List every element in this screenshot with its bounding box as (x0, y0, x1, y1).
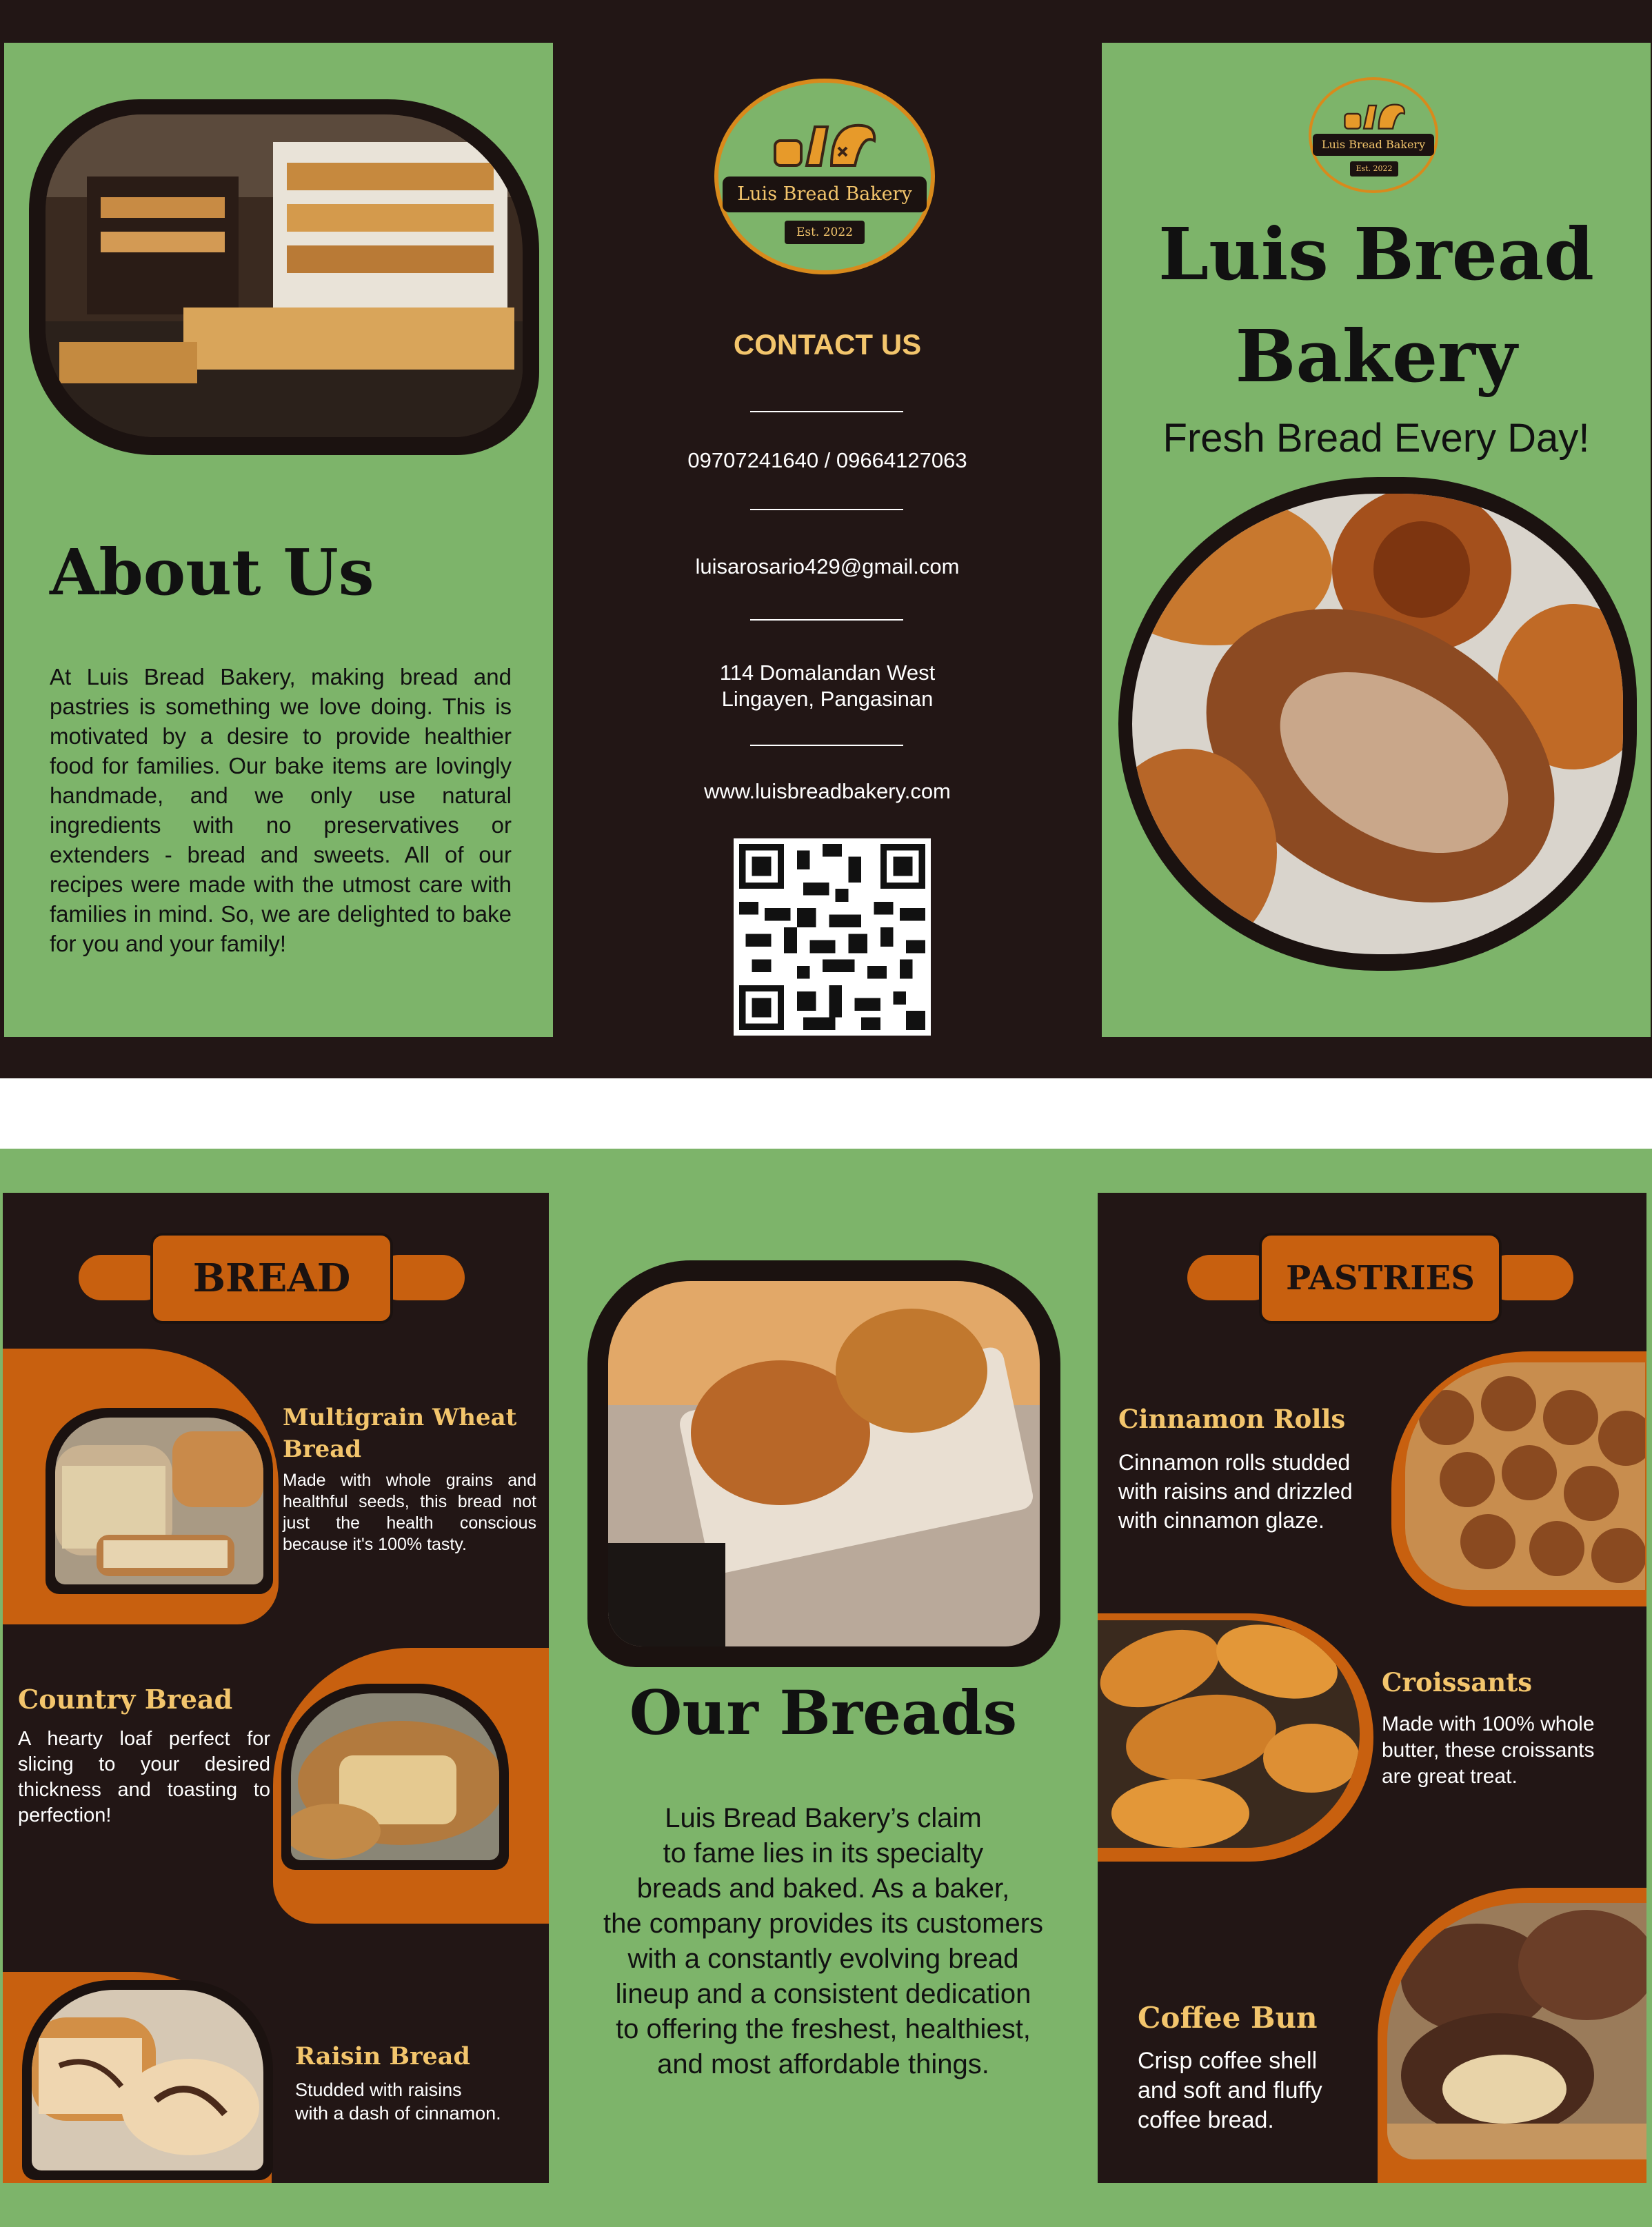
contact-phone: 09707241640 / 09664127063 (687, 448, 967, 472)
bakery-interior-photo-frame (29, 99, 539, 455)
raisin-bread-name: Raisin Bread (295, 2042, 470, 2070)
multigrain-bread-photo (55, 1418, 263, 1584)
multigrain-name-line2: Bread (283, 1435, 362, 1463)
contact-address-line1: 114 Domalandan West (719, 661, 936, 685)
our-breads-line: and most affordable things. (657, 2049, 989, 2079)
cover-panel: Luis Bread Bakery Est. 2022 Luis Bread B… (1102, 43, 1651, 1037)
bread-oven-photo (608, 1281, 1040, 1646)
assorted-bread-photo (1132, 494, 1623, 954)
logo-est-band: Est. 2022 (1350, 161, 1398, 177)
cover-logo: Luis Bread Bakery Est. 2022 (1309, 77, 1438, 193)
pastries-banner-label: PASTRIES (1286, 1259, 1475, 1298)
coffee-bun-desc-line: Crisp coffee shell (1138, 2048, 1318, 2074)
divider (750, 745, 903, 746)
rolling-pin-body: BREAD (150, 1233, 393, 1324)
logo-est: Est. 2022 (1356, 164, 1393, 173)
cinnamon-rolls-name: Cinnamon Rolls (1118, 1404, 1346, 1434)
our-breads-line: lineup and a consistent dedication (615, 1979, 1031, 2009)
contact-logo: Luis Bread Bakery Est. 2022 (714, 79, 935, 274)
country-bread-name: Country Bread (18, 1684, 233, 1715)
multigrain-photo-frame (46, 1408, 273, 1594)
logo-name: Luis Bread Bakery (1321, 138, 1426, 151)
raisin-bread-desc-line2: with a dash of cinnamon. (295, 2103, 501, 2124)
logo-est: Est. 2022 (796, 225, 854, 239)
croissants-desc: Made with 100% whole butter, these crois… (1382, 1711, 1595, 1790)
bread-icon (772, 120, 883, 168)
cover-photo-frame (1118, 477, 1637, 971)
contact-address-line2: Lingayen, Pangasinan (721, 687, 934, 711)
cover-title-line1: Luis Bread (1158, 212, 1594, 296)
logo-est-band: Est. 2022 (785, 221, 865, 244)
our-breads-line: to fame lies in its specialty (663, 1838, 984, 1868)
bread-banner-label: BREAD (192, 1256, 351, 1301)
cover-title-line2: Bakery (1235, 314, 1518, 399)
our-breads-panel: Our Breads Luis Bread Bakery’s claim to … (549, 1149, 1098, 2227)
coffee-bun-desc-line: coffee bread. (1138, 2107, 1274, 2133)
our-breads-heading: Our Breads (629, 1677, 1018, 1749)
croissants-name: Croissants (1382, 1667, 1533, 1697)
rolling-pin-body: PASTRIES (1259, 1233, 1502, 1324)
croissants-desc-line: are great treat. (1382, 1765, 1518, 1788)
croissants-photo (1098, 1620, 1360, 1848)
coffee-bun-desc: Crisp coffee shell and soft and fluffy c… (1138, 2046, 1322, 2135)
divider (750, 509, 903, 510)
qr-code[interactable] (734, 838, 931, 1036)
our-breads-line: to offering the freshest, healthiest, (616, 2014, 1031, 2044)
cinnamon-rolls-desc-line: Cinnamon rolls studded (1118, 1450, 1351, 1475)
about-body: At Luis Bread Bakery, making bread and p… (50, 664, 512, 956)
rolling-pin-banner: PASTRIES (1187, 1233, 1573, 1324)
about-heading: About Us (50, 535, 374, 609)
croissants-desc-line: Made with 100% whole (1382, 1713, 1595, 1735)
rolling-pin-banner: BREAD (79, 1233, 465, 1324)
croissants-desc-line: butter, these croissants (1382, 1739, 1595, 1762)
our-breads-line: breads and baked. As a baker, (636, 1873, 1010, 1904)
our-breads-line: the company provides its customers (603, 1908, 1044, 1939)
logo-name: Luis Bread Bakery (737, 183, 912, 205)
our-breads-body: Luis Bread Bakery’s claim to fame lies i… (549, 1801, 1098, 2082)
our-breads-line: with a constantly evolving bread (627, 1944, 1019, 1974)
contact-panel: Luis Bread Bakery Est. 2022 CONTACT US 0… (553, 43, 1102, 1037)
bakery-interior-photo (46, 114, 523, 437)
divider (750, 411, 903, 412)
multigrain-name-line1: Multigrain Wheat (283, 1404, 517, 1431)
logo-ribbon: Luis Bread Bakery (723, 177, 927, 212)
cinnamon-rolls-desc-line: with cinnamon glaze. (1118, 1508, 1324, 1533)
country-photo-frame (281, 1684, 509, 1870)
coffee-bun-name: Coffee Bun (1138, 2001, 1318, 2035)
our-breads-line: Luis Bread Bakery’s claim (665, 1803, 982, 1833)
contact-website: www.luisbreadbakery.com (704, 779, 951, 803)
contact-email: luisarosario429@gmail.com (695, 554, 960, 578)
pastries-panel: PASTRIES Cinnamon Rolls Cinnamon rolls s… (1098, 1193, 1646, 2183)
bread-icon (1343, 101, 1409, 131)
coffee-bun-desc-line: and soft and fluffy (1138, 2077, 1322, 2104)
bread-panel: BREAD Multigrain Wheat Bread Made with w… (3, 1193, 549, 2183)
about-panel: About Us At Luis Bread Bakery, making br… (4, 43, 553, 1037)
cinnamon-rolls-desc-line: with raisins and drizzled (1118, 1479, 1353, 1504)
contact-heading: CONTACT US (733, 328, 922, 361)
country-bread-photo (291, 1693, 499, 1860)
country-bread-desc: A hearty loaf perfect for slicing to you… (18, 1728, 270, 1826)
divider (750, 619, 903, 621)
raisin-photo-frame (22, 1980, 273, 2180)
cover-tagline: Fresh Bread Every Day! (1162, 416, 1590, 461)
raisin-bread-photo (32, 1990, 263, 2170)
oven-photo-frame (587, 1260, 1060, 1667)
multigrain-desc: Made with whole grains and healthful see… (283, 1471, 536, 1554)
cinnamon-rolls-desc: Cinnamon rolls studded with raisins and … (1118, 1448, 1353, 1535)
logo-ribbon: Luis Bread Bakery (1313, 134, 1434, 156)
raisin-bread-desc-line1: Studded with raisins (295, 2079, 462, 2100)
cinnamon-rolls-photo (1405, 1362, 1645, 1590)
